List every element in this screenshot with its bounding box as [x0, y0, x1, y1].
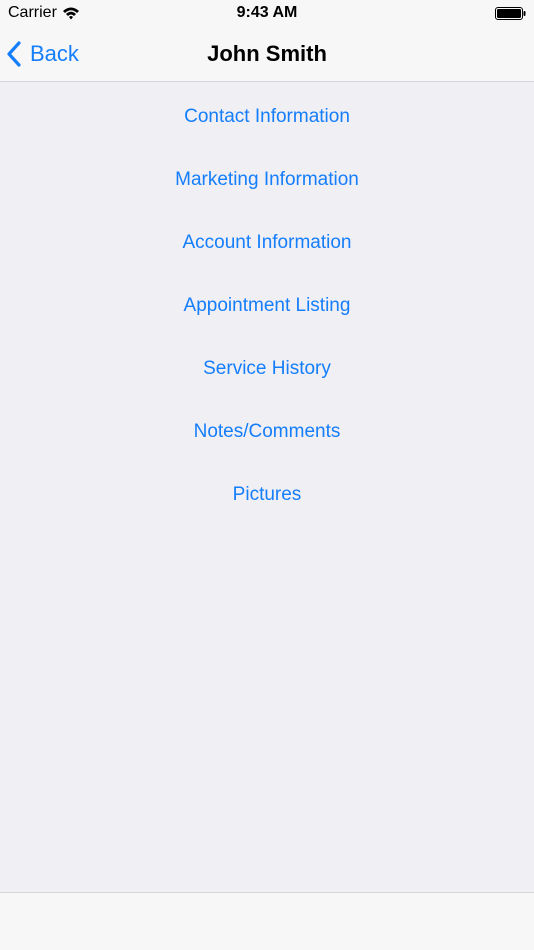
menu-item-appointment-listing[interactable]: Appointment Listing [0, 271, 534, 334]
battery-icon [495, 7, 526, 20]
navigation-bar: Back John Smith [0, 26, 534, 82]
menu-item-marketing-information[interactable]: Marketing Information [0, 145, 534, 208]
menu-item-account-information[interactable]: Account Information [0, 208, 534, 271]
menu-item-contact-information[interactable]: Contact Information [0, 82, 534, 145]
status-time: 9:43 AM [236, 4, 298, 21]
menu-item-service-history[interactable]: Service History [0, 334, 534, 397]
customer-menu: Contact Information Marketing Informatio… [0, 82, 534, 523]
customer-detail-screen: Carrier 9:43 AM Back John Smith Contact … [0, 0, 534, 950]
status-bar: Carrier 9:43 AM [0, 0, 534, 26]
top-bar: Carrier 9:43 AM Back John Smith [0, 0, 534, 82]
page-title: John Smith [207, 41, 327, 66]
menu-item-pictures[interactable]: Pictures [0, 460, 534, 523]
bottom-toolbar [0, 892, 534, 950]
menu-item-notes-comments[interactable]: Notes/Comments [0, 397, 534, 460]
